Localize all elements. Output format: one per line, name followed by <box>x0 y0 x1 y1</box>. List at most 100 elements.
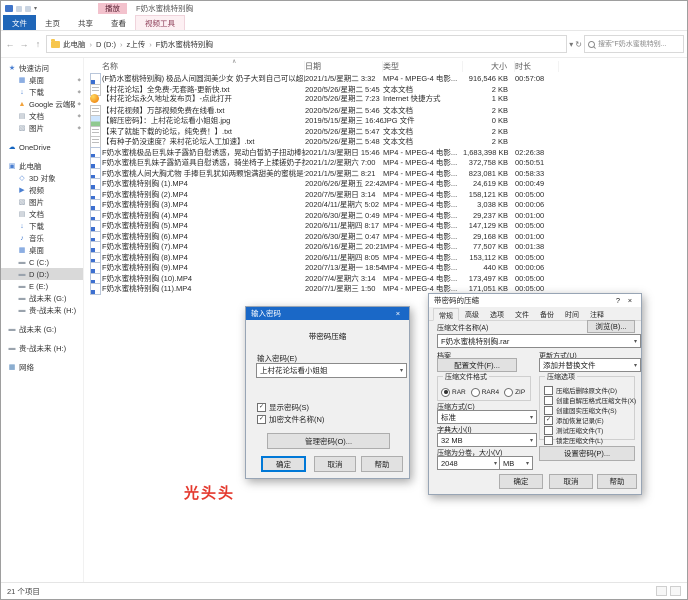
archive-tab-备份[interactable]: 备份 <box>535 308 559 320</box>
column-header-size[interactable]: 大小 <box>463 61 515 72</box>
breadcrumb-segment[interactable]: z上传 <box>127 39 146 50</box>
help-icon[interactable]: ? <box>612 296 624 305</box>
file-row[interactable]: 【村花论坛】全免费-无套路-更新快.txt2020/5/26/星期二 5:45文… <box>84 83 687 94</box>
sidebar-item[interactable]: ▣此电脑 <box>1 160 83 172</box>
sidebar-item[interactable]: ▬战未来 (G:) <box>1 323 83 335</box>
profiles-button[interactable]: 配置文件(F)... <box>437 358 517 372</box>
sidebar-item[interactable]: ▦桌面 <box>1 244 83 256</box>
sidebar-item[interactable]: ▬贵-战未来 (H:) <box>1 342 83 354</box>
file-row[interactable]: F奶水蜜桃特别胸 (4).MP42020/6/30/星期二 0:49MP4 - … <box>84 209 687 220</box>
option-checkbox-5[interactable]: 测试压缩文件(T) <box>544 425 632 435</box>
search-input[interactable]: 搜索"F奶水蜜桃特别... <box>584 35 684 53</box>
column-header-length[interactable]: 时长 <box>515 61 559 72</box>
chevron-down-icon[interactable]: ▾ <box>634 362 637 369</box>
sidebar-item[interactable]: ▶视频 <box>1 184 83 196</box>
help-button[interactable]: 帮助 <box>361 456 403 472</box>
breadcrumb[interactable]: 此电脑›D (D:)›z上传›F奶水蜜桃特别胸 <box>46 35 567 53</box>
option-checkbox-2[interactable]: 创建自解压格式压缩文件(X) <box>544 395 632 405</box>
column-header-date[interactable]: 日期 <box>305 61 383 72</box>
back-icon[interactable]: ← <box>4 39 16 49</box>
update-mode-combo[interactable]: 添加并替换文件 ▾ <box>539 358 641 372</box>
archive-tab-选项[interactable]: 选项 <box>485 308 509 320</box>
file-row[interactable]: F奶水蜜桃特别胸 (3).MP42020/4/11/星期六 5:02MP4 - … <box>84 198 687 209</box>
file-row[interactable]: F奶水蜜桃极品巨乳妹子露奶自慰诱惑，晃动白皙奶子扭动棒抽插骚穴...2021/1… <box>84 146 687 157</box>
archive-tab-常规[interactable]: 常规 <box>433 308 459 321</box>
checkbox-1[interactable]: ✓显示密码(S) <box>257 402 309 413</box>
ribbon-tab-2[interactable]: 主页 <box>36 15 69 30</box>
view-thumbnails-icon[interactable] <box>670 586 681 596</box>
archive-tab-注释[interactable]: 注释 <box>585 308 609 320</box>
file-row[interactable]: F奶水蜜桃人间大胸尤物 手捧巨乳犹如两颗饱满甜美的蜜桃是让人看得...2021/… <box>84 167 687 178</box>
file-row[interactable]: 【村花论坛永久地址发布页】-点此打开2020/5/26/星期二 7:23Inte… <box>84 93 687 104</box>
file-row[interactable]: F奶水蜜桃特别胸 (2).MP42020/7/5/星期日 3:14MP4 - M… <box>84 188 687 199</box>
chevron-down-icon[interactable]: ▾ <box>634 338 637 345</box>
sidebar-item[interactable]: ▲Google 云端硬盘◆ <box>1 98 83 110</box>
sidebar-item[interactable]: ▤文档 <box>1 208 83 220</box>
file-row[interactable]: F奶水蜜桃巨乳妹子露奶道具自慰诱惑，骑坐椅子上揉搓奶子按摩震动...2021/1… <box>84 156 687 167</box>
option-checkbox-6[interactable]: 锁定压缩文件(L) <box>544 435 632 445</box>
manage-passwords-button[interactable]: 管理密码(O)... <box>267 433 390 449</box>
method-combo[interactable]: 标准 ▾ <box>437 410 537 424</box>
option-checkbox-3[interactable]: 创建固实压缩文件(S) <box>544 405 632 415</box>
address-dropdown-icon[interactable]: ▾ <box>569 40 573 49</box>
archive-name-combo[interactable]: F奶水蜜桃特别胸.rar ▾ <box>437 334 641 348</box>
file-row[interactable]: (F奶水蜜桃特别胸) 极品人间圆润美少女 奶子大到自己可以超自己奶...2021… <box>84 72 687 83</box>
chevron-down-icon[interactable]: ▾ <box>400 367 403 374</box>
close-icon[interactable]: × <box>624 296 636 305</box>
ok-button[interactable]: 确定 <box>261 456 306 472</box>
column-header-name[interactable]: 名称 <box>102 61 305 72</box>
sidebar-item[interactable]: ↓下载◆ <box>1 86 83 98</box>
file-row[interactable]: F奶水蜜桃特别胸 (6).MP42020/6/30/星期二 0:47MP4 - … <box>84 230 687 241</box>
sidebar-item[interactable]: ▤文档◆ <box>1 110 83 122</box>
file-row[interactable]: F奶水蜜桃特别胸 (8).MP42020/6/11/星期四 8:05MP4 - … <box>84 251 687 262</box>
sidebar-item[interactable]: ◇3D 对象 <box>1 172 83 184</box>
sidebar-item[interactable]: ▦网络 <box>1 361 83 373</box>
sidebar-item[interactable]: ▦桌面◆ <box>1 74 83 86</box>
set-password-button[interactable]: 设置密码(P)... <box>539 446 635 461</box>
sidebar-item[interactable]: ▧图片 <box>1 196 83 208</box>
qat-dropdown-icon[interactable]: ▾ <box>34 5 37 12</box>
option-checkbox-1[interactable]: 压缩后删除原文件(D) <box>544 385 632 395</box>
file-row[interactable]: 【有种子奶没速度？来村花论坛人工加速】.txt2020/5/26/星期二 5:4… <box>84 135 687 146</box>
archive-tab-时间[interactable]: 时间 <box>560 308 584 320</box>
file-row[interactable]: F奶水蜜桃特别胸 (1).MP42020/6/26/星期五 22:42MP4 -… <box>84 177 687 188</box>
dictionary-combo[interactable]: 32 MB ▾ <box>437 433 537 447</box>
breadcrumb-segment[interactable]: 此电脑 <box>63 39 86 50</box>
chevron-down-icon[interactable]: ▾ <box>530 414 533 421</box>
volume-size-combo[interactable]: 2048 ▾ <box>437 456 501 470</box>
archive-tab-高级[interactable]: 高级 <box>460 308 484 320</box>
chevron-down-icon[interactable]: ▾ <box>530 437 533 444</box>
file-row[interactable]: F奶水蜜桃特别胸 (5).MP42020/6/11/星期四 8:17MP4 - … <box>84 219 687 230</box>
sidebar-item[interactable]: ♪音乐 <box>1 232 83 244</box>
sidebar-item[interactable]: ★快速访问 <box>1 62 83 74</box>
qat-button-2[interactable] <box>25 6 31 12</box>
ribbon-tab-3[interactable]: 共享 <box>69 15 102 30</box>
file-row[interactable]: F奶水蜜桃特别胸 (9).MP42020/7/13/星期一 18:54MP4 -… <box>84 261 687 272</box>
sort-ascending-icon[interactable]: ∧ <box>232 58 236 65</box>
cancel-button[interactable]: 取消 <box>549 474 593 489</box>
column-header-type[interactable]: 类型 <box>383 61 463 72</box>
password-dialog-titlebar[interactable]: 输入密码 × <box>246 307 409 320</box>
password-input[interactable]: 上村花论坛看小姐姐 ▾ <box>256 363 407 378</box>
file-row[interactable]: 【来了就能下载的论坛，纯免费！】.txt2020/5/26/星期二 5:47文本… <box>84 125 687 136</box>
browse-button[interactable]: 浏览(B)... <box>587 320 635 333</box>
sidebar-item[interactable]: ▬贵-战未来 (H:) <box>1 304 83 316</box>
qat-button-1[interactable] <box>16 6 22 12</box>
archive-dialog-titlebar[interactable]: 带密码的压缩 ? × <box>429 294 641 307</box>
archive-tab-文件[interactable]: 文件 <box>510 308 534 320</box>
forward-icon[interactable]: → <box>18 39 30 49</box>
cancel-button[interactable]: 取消 <box>314 456 356 472</box>
sidebar-item[interactable]: ▧图片◆ <box>1 122 83 134</box>
view-details-icon[interactable] <box>656 586 667 596</box>
up-icon[interactable]: ↑ <box>32 39 44 49</box>
breadcrumb-segment[interactable]: F奶水蜜桃特别胸 <box>156 39 213 50</box>
file-row[interactable]: F奶水蜜桃特别胸 (10).MP42020/7/4/星期六 3:14MP4 - … <box>84 272 687 283</box>
sidebar-item[interactable]: ▬D (D:) <box>1 268 83 280</box>
sidebar-item[interactable]: ▬战未来 (G:) <box>1 292 83 304</box>
contextual-tab-play[interactable]: 播放 <box>98 3 127 14</box>
format-radio-RAR4[interactable]: RAR4 <box>471 388 499 397</box>
help-button[interactable]: 帮助 <box>597 474 637 489</box>
file-row[interactable]: 【解压密码】：上村花论坛看小姐姐.jpg2019/5/15/星期三 16:46J… <box>84 114 687 125</box>
ribbon-tab-5[interactable]: 视频工具 <box>135 15 185 30</box>
volume-unit-combo[interactable]: MB ▾ <box>499 456 533 470</box>
